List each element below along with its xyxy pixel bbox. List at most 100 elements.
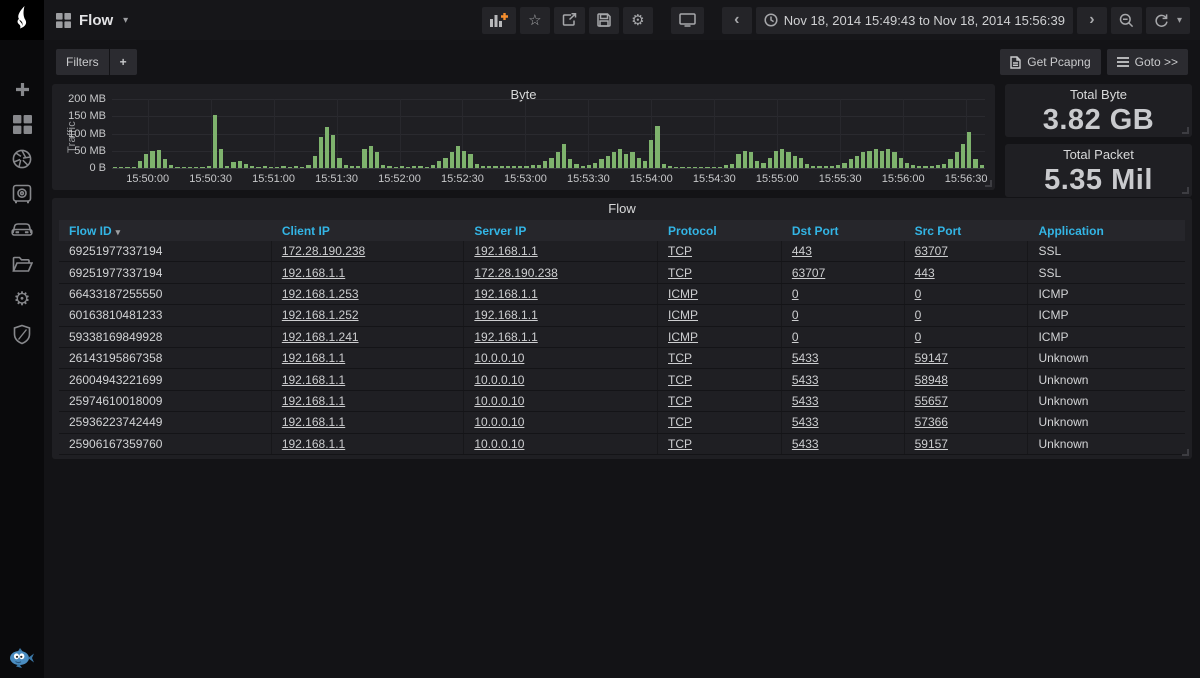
shield-icon[interactable] xyxy=(11,323,33,345)
cell-link[interactable]: 192.168.1.1 xyxy=(282,437,345,451)
traffic-bar[interactable] xyxy=(936,165,940,168)
traffic-bar[interactable] xyxy=(512,166,516,168)
traffic-bar[interactable] xyxy=(362,149,366,168)
flow-table-title[interactable]: Flow xyxy=(52,198,1192,219)
traffic-bar[interactable] xyxy=(630,152,634,168)
cell-link[interactable]: TCP xyxy=(668,266,692,280)
cell-link[interactable]: 192.168.1.1 xyxy=(282,373,345,387)
traffic-bar[interactable] xyxy=(606,156,610,168)
car-icon[interactable] xyxy=(11,218,33,240)
cell-link[interactable]: 192.168.1.1 xyxy=(282,266,345,280)
traffic-bar[interactable] xyxy=(300,167,304,168)
cell-link[interactable]: 192.168.1.1 xyxy=(474,244,537,258)
traffic-bar[interactable] xyxy=(524,166,528,168)
traffic-bar[interactable] xyxy=(718,167,722,168)
traffic-bar[interactable] xyxy=(288,167,292,168)
traffic-bar[interactable] xyxy=(687,167,691,168)
cell-link[interactable]: 58948 xyxy=(915,373,948,387)
traffic-bar[interactable] xyxy=(880,151,884,168)
byte-bar-chart[interactable]: 200 MB150 MB100 MB50 MB0 B15:50:0015:50:… xyxy=(112,99,985,168)
vault-icon[interactable] xyxy=(11,183,33,205)
traffic-bar[interactable] xyxy=(194,167,198,168)
cell-link[interactable]: 5433 xyxy=(792,415,819,429)
traffic-bar[interactable] xyxy=(281,166,285,168)
traffic-bar[interactable] xyxy=(680,167,684,168)
folder-open-icon[interactable] xyxy=(11,253,33,275)
traffic-bar[interactable] xyxy=(500,166,504,168)
total-packet-title[interactable]: Total Packet xyxy=(1005,144,1192,165)
cell-link[interactable]: 10.0.0.10 xyxy=(474,351,524,365)
traffic-bar[interactable] xyxy=(387,166,391,168)
column-header-server-ip[interactable]: Server IP xyxy=(464,224,658,238)
traffic-bar[interactable] xyxy=(705,167,709,168)
traffic-bar[interactable] xyxy=(811,166,815,168)
traffic-bar[interactable] xyxy=(568,159,572,168)
traffic-bar[interactable] xyxy=(923,166,927,168)
traffic-bar[interactable] xyxy=(431,165,435,168)
cell-link[interactable]: 443 xyxy=(792,244,812,258)
cell-link[interactable]: 192.168.1.1 xyxy=(282,415,345,429)
cell-link[interactable]: 59157 xyxy=(915,437,948,451)
traffic-bar[interactable] xyxy=(556,152,560,168)
tv-mode-button[interactable] xyxy=(671,7,704,34)
total-byte-title[interactable]: Total Byte xyxy=(1005,84,1192,105)
traffic-bar[interactable] xyxy=(761,163,765,168)
traffic-bar[interactable] xyxy=(175,167,179,168)
cell-link[interactable]: TCP xyxy=(668,373,692,387)
cell-link[interactable]: 0 xyxy=(792,308,799,322)
traffic-bar[interactable] xyxy=(886,149,890,168)
cell-link[interactable]: 0 xyxy=(915,308,922,322)
traffic-bar[interactable] xyxy=(867,151,871,168)
filters-button[interactable]: Filters xyxy=(56,49,109,75)
traffic-bar[interactable] xyxy=(157,150,161,168)
cell-link[interactable]: TCP xyxy=(668,351,692,365)
cell-link[interactable]: 10.0.0.10 xyxy=(474,373,524,387)
traffic-bar[interactable] xyxy=(649,140,653,168)
traffic-bar[interactable] xyxy=(942,164,946,168)
cell-link[interactable]: 0 xyxy=(792,287,799,301)
traffic-bar[interactable] xyxy=(755,161,759,168)
traffic-bar[interactable] xyxy=(780,149,784,168)
traffic-bar[interactable] xyxy=(213,115,217,168)
traffic-bar[interactable] xyxy=(406,167,410,168)
cell-link[interactable]: 5433 xyxy=(792,351,819,365)
traffic-bar[interactable] xyxy=(805,164,809,168)
traffic-bar[interactable] xyxy=(169,165,173,168)
add-plus-icon[interactable] xyxy=(11,78,33,100)
traffic-bar[interactable] xyxy=(905,163,909,168)
cell-link[interactable]: 10.0.0.10 xyxy=(474,437,524,451)
traffic-bar[interactable] xyxy=(581,166,585,168)
traffic-bar[interactable] xyxy=(219,149,223,168)
cell-link[interactable]: TCP xyxy=(668,437,692,451)
traffic-bar[interactable] xyxy=(487,166,491,168)
traffic-bar[interactable] xyxy=(369,146,373,168)
cell-link[interactable]: 192.168.1.1 xyxy=(282,351,345,365)
add-filter-button[interactable]: + xyxy=(110,49,137,75)
traffic-bar[interactable] xyxy=(730,164,734,168)
get-pcapng-button[interactable]: Get Pcapng xyxy=(1000,49,1100,75)
cell-link[interactable]: TCP xyxy=(668,244,692,258)
traffic-bar[interactable] xyxy=(250,166,254,168)
zoom-out-button[interactable] xyxy=(1111,7,1142,34)
traffic-bar[interactable] xyxy=(655,126,659,168)
traffic-bar[interactable] xyxy=(400,166,404,168)
time-back-button[interactable]: ‹ xyxy=(722,7,752,34)
column-header-application[interactable]: Application xyxy=(1028,224,1185,238)
traffic-bar[interactable] xyxy=(238,161,242,168)
traffic-bar[interactable] xyxy=(344,165,348,168)
traffic-bar[interactable] xyxy=(462,151,466,168)
traffic-bar[interactable] xyxy=(443,158,447,168)
traffic-bar[interactable] xyxy=(337,158,341,168)
column-header-dst-port[interactable]: Dst Port xyxy=(782,224,905,238)
traffic-bar[interactable] xyxy=(231,162,235,168)
traffic-bar[interactable] xyxy=(861,152,865,168)
traffic-bar[interactable] xyxy=(549,158,553,168)
cell-link[interactable]: 63707 xyxy=(915,244,948,258)
traffic-bar[interactable] xyxy=(849,159,853,168)
goto-button[interactable]: Goto >> xyxy=(1107,49,1188,75)
traffic-bar[interactable] xyxy=(917,166,921,168)
traffic-bar[interactable] xyxy=(724,165,728,168)
time-range-picker[interactable]: Nov 18, 2014 15:49:43 to Nov 18, 2014 15… xyxy=(756,7,1073,34)
traffic-bar[interactable] xyxy=(824,166,828,168)
cell-link[interactable]: 5433 xyxy=(792,394,819,408)
